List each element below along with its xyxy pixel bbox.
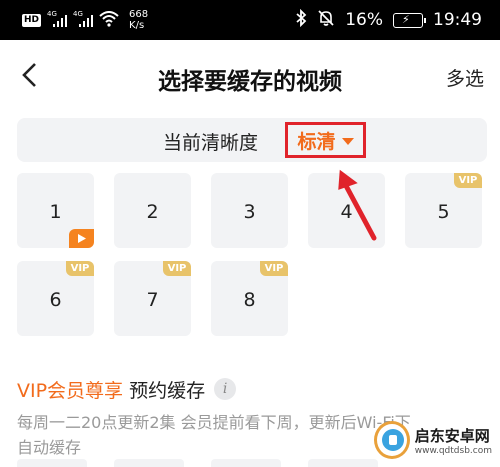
episode-tile-5[interactable]: 5 VIP: [405, 173, 482, 248]
watermark-logo-icon: [374, 421, 410, 459]
episode-number: 7: [146, 289, 159, 311]
vip-badge: VIP: [260, 261, 288, 276]
vip-badge: VIP: [163, 261, 191, 276]
play-icon: [69, 229, 94, 248]
episode-number: 1: [49, 201, 62, 223]
episode-tile-4[interactable]: 4: [308, 173, 385, 248]
quality-label: 当前清晰度: [163, 132, 259, 154]
episode-number: 3: [243, 201, 256, 223]
nav-bar: 选择要缓存的视频 多选: [0, 40, 500, 110]
battery-percent: 16%: [345, 10, 383, 30]
vip-section-header: VIP会员尊享 预约缓存 i: [17, 376, 237, 402]
signal-icon-2: 4G: [73, 10, 94, 27]
episode-number: 2: [146, 201, 159, 223]
episode-tile-8[interactable]: 8 VIP: [211, 261, 288, 336]
episode-number: 6: [49, 289, 62, 311]
watermark-url: www.qdtdsb.com: [414, 445, 492, 456]
quality-bar: 当前清晰度 标清: [17, 118, 487, 162]
caret-down-icon: [341, 137, 354, 145]
episode-tile-3[interactable]: 3: [211, 173, 288, 248]
bluetooth-icon: [295, 8, 307, 32]
watermark: 启东安卓网 www.qdtdsb.com: [374, 417, 492, 463]
watermark-name: 启东安卓网: [414, 426, 490, 445]
episode-grid: 1 2 3 4 5 VIP 6 VIP 7 VIP 8 VIP: [17, 173, 487, 338]
vip-subtitle: 预约缓存: [129, 379, 206, 402]
watermark-text: 启东安卓网 www.qdtdsb.com: [415, 425, 492, 456]
wifi-icon: [99, 10, 119, 30]
episode-number: 8: [243, 289, 256, 311]
bell-off-icon: [317, 9, 335, 32]
status-time: 19:49: [433, 10, 482, 30]
net-speed-value: 668: [129, 9, 149, 20]
page-title: 选择要缓存的视频: [158, 69, 342, 95]
vip-badge: VIP: [66, 261, 94, 276]
vip-badge: VIP: [454, 173, 482, 188]
battery-charging-icon: ⚡: [393, 12, 426, 28]
multi-select-button[interactable]: 多选: [446, 64, 484, 91]
quality-value: 标清: [297, 130, 336, 153]
episode-tile-1[interactable]: 1: [17, 173, 94, 248]
hd-badge: HD: [22, 13, 42, 27]
quality-dropdown[interactable]: 标清: [285, 122, 366, 158]
episode-tile-7[interactable]: 7 VIP: [114, 261, 191, 336]
signal-icon-1: 4G: [47, 10, 68, 27]
vip-description: 每周一二20点更新2集 会员提前看下周，更新后Wi-Fi下自动缓存: [17, 413, 411, 457]
episode-tile-6[interactable]: 6 VIP: [17, 261, 94, 336]
status-right: 16% ⚡ 19:49: [295, 8, 482, 32]
info-icon[interactable]: i: [214, 378, 237, 400]
status-bar: HD 4G 4G 668 K/s 16% ⚡ 19:49: [0, 0, 500, 40]
episode-number: 4: [340, 201, 353, 223]
status-left: HD 4G 4G 668 K/s: [22, 8, 148, 32]
net-speed: 668 K/s: [129, 9, 148, 31]
episode-number: 5: [437, 201, 450, 223]
net-speed-unit: K/s: [129, 20, 145, 31]
episode-tile-2[interactable]: 2: [114, 173, 191, 248]
vip-title: VIP会员尊享: [17, 379, 124, 402]
